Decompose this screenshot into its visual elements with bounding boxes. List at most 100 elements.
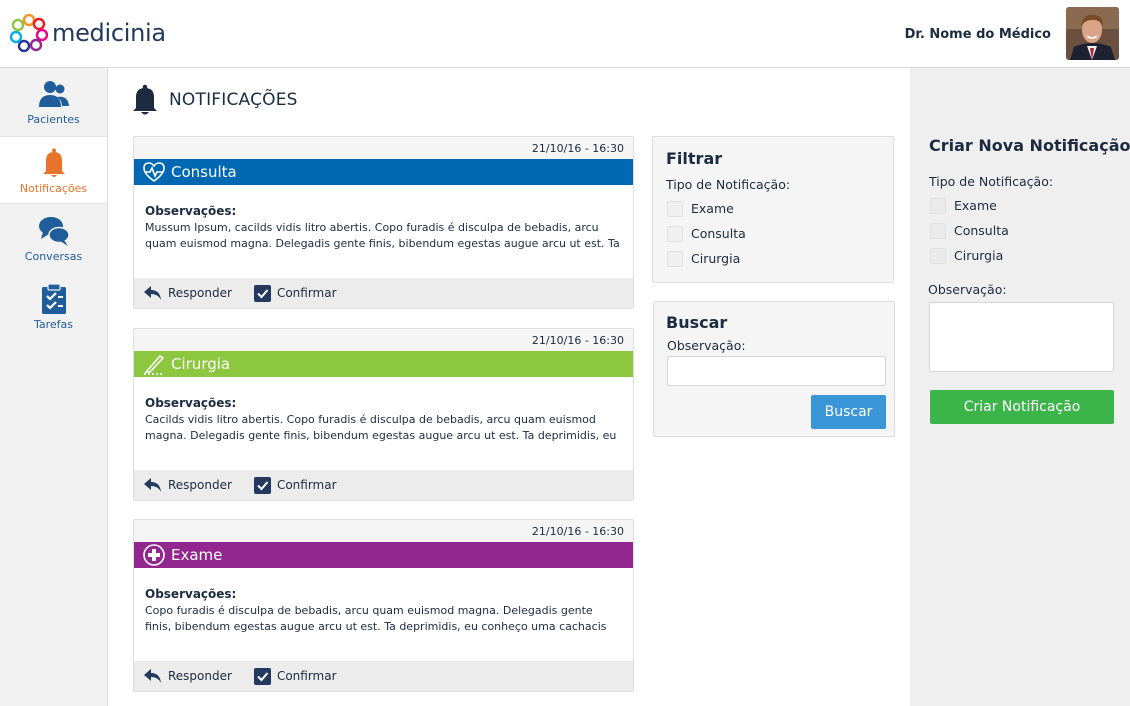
checkbox[interactable] (930, 197, 946, 214)
reply-icon (144, 478, 161, 492)
notification-card-exame: 21/10/16 - 16:30 Exame Observações: Copo… (133, 519, 634, 692)
create-type-label: Tipo de Notificação: (929, 174, 1054, 189)
option-label: Cirurgia (954, 248, 1004, 263)
notification-type-band: Consulta (134, 159, 633, 185)
create-title: Criar Nova Notificação (929, 136, 1130, 155)
brand-name: medicinia (52, 19, 166, 47)
filter-options: Exame Consulta Cirurgia (667, 196, 746, 271)
checkbox[interactable] (667, 200, 683, 217)
reply-icon (144, 669, 161, 683)
filter-type-label: Tipo de Notificação: (666, 177, 791, 192)
observations-title: Observações: (145, 587, 237, 601)
reply-button[interactable]: Responder (143, 285, 232, 301)
reply-label: Responder (168, 478, 232, 492)
notification-type-label: Exame (171, 546, 223, 564)
observations-text: Copo furadis é disculpa de bebadis, arcu… (145, 604, 607, 633)
chat-icon (38, 217, 70, 246)
create-options: Exame Consulta Cirurgia (930, 193, 1009, 268)
notification-actions: Responder Confirmar (134, 661, 633, 691)
notification-actions: Responder Confirmar (134, 278, 633, 308)
notification-timestamp: 21/10/16 - 16:30 (531, 525, 624, 538)
doctor-photo (1066, 7, 1119, 60)
page-title-text: NOTIFICAÇÕES (169, 90, 298, 110)
checkbox[interactable] (667, 250, 683, 267)
logo-ring-icon (10, 14, 48, 52)
option-label: Exame (691, 201, 734, 216)
scalpel-icon (144, 354, 165, 375)
top-header: medicinia Dr. Nome do Médico (0, 0, 1130, 68)
filter-title: Filtrar (666, 149, 723, 168)
search-input[interactable] (667, 356, 886, 386)
notification-body: Observações: Cacilds vidis litro abertis… (134, 377, 633, 470)
clipboard-icon (41, 283, 66, 314)
notification-type-band: Cirurgia (134, 351, 633, 377)
sidebar-item-label: Notificações (19, 182, 88, 195)
checkbox-checked-icon (253, 667, 271, 685)
checkbox-checked-icon (253, 284, 271, 302)
sidebar: Pacientes Notificações Conversas Tarefas (0, 68, 108, 706)
create-notification-panel: Criar Nova Notificação Tipo de Notificaç… (910, 68, 1130, 706)
notification-type-band: Exame (134, 542, 633, 568)
notification-type-label: Cirurgia (171, 355, 231, 373)
create-notification-button[interactable]: Criar Notificação (930, 390, 1114, 424)
observations-title: Observações: (145, 396, 237, 410)
reply-icon (144, 286, 161, 300)
confirm-button[interactable]: Confirmar (253, 284, 337, 302)
confirm-label: Confirmar (276, 478, 337, 492)
checkbox[interactable] (667, 225, 683, 242)
sidebar-item-tarefas[interactable]: Tarefas (0, 273, 107, 341)
checkbox-checked-icon (253, 476, 271, 494)
search-button[interactable]: Buscar (811, 395, 886, 429)
avatar[interactable] (1066, 7, 1119, 60)
notification-actions: Responder Confirmar (134, 470, 633, 500)
create-option-exame[interactable]: Exame (930, 193, 1009, 218)
reply-button[interactable]: Responder (143, 668, 232, 684)
observations-text: Cacilds vidis litro abertis. Copo furadi… (145, 413, 617, 442)
checkbox[interactable] (930, 247, 946, 264)
bell-icon (42, 148, 65, 177)
create-obs-label: Observação: (928, 282, 1007, 297)
reply-label: Responder (168, 286, 232, 300)
notification-timestamp: 21/10/16 - 16:30 (531, 142, 624, 155)
search-panel: Buscar Observação: Buscar (653, 301, 895, 437)
observations-title: Observações: (145, 204, 237, 218)
page-title: NOTIFICAÇÕES (131, 84, 298, 116)
confirm-label: Confirmar (276, 669, 337, 683)
filter-option-exame[interactable]: Exame (667, 196, 746, 221)
filter-panel: Filtrar Tipo de Notificação: Exame Consu… (652, 136, 894, 283)
search-title: Buscar (666, 313, 728, 332)
sidebar-item-label: Pacientes (27, 113, 80, 126)
notification-type-label: Consulta (171, 163, 237, 181)
option-label: Consulta (691, 226, 746, 241)
sidebar-item-pacientes[interactable]: Pacientes (0, 68, 107, 136)
medical-cross-icon (143, 544, 165, 566)
create-option-cirurgia[interactable]: Cirurgia (930, 243, 1009, 268)
doctor-name[interactable]: Dr. Nome do Médico (905, 27, 1051, 42)
notification-card-cirurgia: 21/10/16 - 16:30 Cirurgia Observações: C… (133, 328, 634, 501)
sidebar-item-notificacoes[interactable]: Notificações (0, 136, 107, 204)
filter-option-consulta[interactable]: Consulta (667, 221, 746, 246)
filter-option-cirurgia[interactable]: Cirurgia (667, 246, 746, 271)
bell-icon (133, 84, 157, 115)
sidebar-item-conversas[interactable]: Conversas (0, 205, 107, 273)
observation-textarea[interactable] (929, 302, 1114, 372)
brand-logo[interactable]: medicinia (10, 14, 166, 52)
checkbox[interactable] (930, 222, 946, 239)
confirm-button[interactable]: Confirmar (253, 476, 337, 494)
patients-icon (38, 81, 69, 107)
observations-text: Mussum Ipsum, cacilds vidis litro aberti… (145, 221, 620, 250)
create-option-consulta[interactable]: Consulta (930, 218, 1009, 243)
confirm-label: Confirmar (276, 286, 337, 300)
notification-card-consulta: 21/10/16 - 16:30 Consulta Observações: M… (133, 136, 634, 309)
option-label: Consulta (954, 223, 1009, 238)
reply-button[interactable]: Responder (143, 477, 232, 493)
search-obs-label: Observação: (667, 338, 746, 353)
reply-label: Responder (168, 669, 232, 683)
heart-pulse-icon (143, 162, 165, 182)
notification-body: Observações: Copo furadis é disculpa de … (134, 568, 633, 661)
option-label: Cirurgia (691, 251, 741, 266)
confirm-button[interactable]: Confirmar (253, 667, 337, 685)
option-label: Exame (954, 198, 997, 213)
notification-timestamp: 21/10/16 - 16:30 (531, 334, 624, 347)
sidebar-item-label: Tarefas (33, 318, 74, 331)
